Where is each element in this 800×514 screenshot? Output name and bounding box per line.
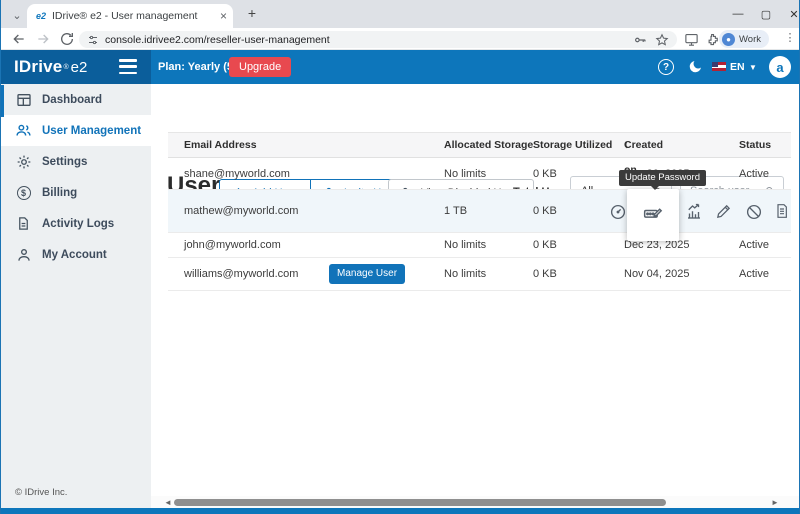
disable-user-icon[interactable]	[745, 203, 763, 221]
language-flag-icon[interactable]	[712, 62, 726, 71]
usage-stats-icon[interactable]	[685, 203, 703, 221]
user-email: mathew@myworld.com	[184, 190, 298, 233]
user-email: shane@myworld.com	[184, 158, 290, 190]
address-bar[interactable]: console.idrivee2.com/reseller-user-manag…	[79, 31, 677, 48]
window-close-button[interactable]: ✕	[779, 0, 800, 28]
browser-window: ⌄ e2 IDrive® e2 - User management × + — …	[0, 0, 800, 514]
sidebar-item-label: User Management	[42, 125, 141, 137]
favicon: e2	[36, 11, 46, 21]
dashboard-icon	[15, 91, 32, 108]
users-table: Email Address Allocated Storage Storage …	[168, 132, 791, 292]
sidebar-scrollbar-thumb[interactable]	[1, 85, 4, 117]
status-badge: Active	[739, 258, 769, 291]
profile-avatar-icon: ●	[722, 33, 735, 46]
hamburger-menu-icon[interactable]	[119, 59, 137, 74]
storage-utilized: 0 KB	[533, 258, 557, 291]
sort-descending-icon: ↓	[624, 133, 629, 158]
storage-utilized: 0 KB	[533, 233, 557, 258]
edit-pencil-icon[interactable]	[715, 203, 733, 221]
logo-reg: ®	[63, 64, 68, 71]
password-key-icon[interactable]	[633, 33, 647, 47]
browser-tab[interactable]: e2 IDrive® e2 - User management ×	[27, 4, 233, 28]
app-header: IDrive®e2 Plan: Yearly (50 TB) Upgrade ?…	[1, 50, 800, 84]
horizontal-scrollbar-thumb[interactable]	[174, 499, 666, 506]
copyright-text: © IDrive Inc.	[15, 487, 67, 498]
status-badge: Active	[739, 233, 769, 258]
sidebar-item-user-management[interactable]: User Management	[1, 115, 151, 146]
main-content: Users Add User Invite Users View Disable…	[151, 84, 800, 508]
sidebar-item-activity-logs[interactable]: Activity Logs	[1, 208, 151, 239]
sidebar-item-my-account[interactable]: My Account	[1, 239, 151, 270]
table-row[interactable]: williams@myworld.com Manage User No limi…	[168, 258, 791, 291]
app-logo[interactable]: IDrive®e2	[1, 50, 151, 84]
url-text: console.idrivee2.com/reseller-user-manag…	[105, 34, 625, 46]
column-status[interactable]: Status	[739, 133, 771, 158]
gear-icon	[15, 153, 32, 170]
new-tab-button[interactable]: +	[244, 6, 260, 22]
user-email: williams@myworld.com	[184, 258, 298, 291]
sidebar-item-dashboard[interactable]: Dashboard	[1, 84, 151, 115]
table-row[interactable]: john@myworld.com No limits 0 KB Dec 23, …	[168, 233, 791, 258]
column-email[interactable]: Email Address	[184, 133, 257, 158]
storage-meter-icon[interactable]	[609, 203, 627, 221]
maximize-button[interactable]: ▢	[751, 0, 781, 28]
tab-search-icon[interactable]: ⌄	[9, 7, 25, 23]
forward-icon	[35, 31, 51, 47]
language-caret-icon[interactable]: ▼	[749, 63, 757, 72]
allocated-storage: No limits	[444, 233, 486, 258]
billing-dollar-icon: $	[15, 184, 32, 201]
upgrade-button[interactable]: Upgrade	[229, 57, 291, 77]
tab-title: IDrive® e2 - User management	[52, 10, 216, 22]
column-allocated-storage[interactable]: Allocated Storage	[444, 133, 533, 158]
user-logs-icon[interactable]	[774, 203, 792, 221]
allocated-storage: No limits	[444, 158, 486, 190]
table-header-row: Email Address Allocated Storage Storage …	[168, 132, 791, 158]
scroll-right-icon[interactable]: ►	[771, 498, 779, 507]
sidebar-item-label: Dashboard	[42, 94, 102, 106]
sidebar-item-billing[interactable]: $ Billing	[1, 177, 151, 208]
storage-utilized: 0 KB	[533, 190, 557, 233]
user-email: john@myworld.com	[184, 233, 281, 258]
site-settings-icon[interactable]	[87, 34, 99, 46]
reload-icon[interactable]	[59, 31, 75, 47]
language-label[interactable]: EN	[730, 61, 745, 73]
sidebar-item-label: My Account	[42, 249, 107, 261]
document-icon	[15, 215, 32, 232]
sidebar-item-label: Activity Logs	[42, 218, 114, 230]
bookmark-star-icon[interactable]	[655, 33, 669, 47]
browser-profile-chip[interactable]: ● Work	[719, 30, 769, 48]
sidebar-item-label: Billing	[42, 187, 77, 199]
logo-suffix: e2	[71, 59, 88, 76]
profile-name: Work	[739, 34, 761, 45]
allocated-storage: No limits	[444, 258, 486, 291]
sidebar-item-label: Settings	[42, 156, 87, 168]
update-password-icon[interactable]	[643, 203, 661, 221]
dark-mode-moon-icon[interactable]	[687, 59, 703, 75]
users-icon	[15, 122, 32, 139]
account-avatar[interactable]: a	[769, 56, 791, 78]
minimize-button[interactable]: —	[723, 0, 753, 28]
status-badge: Active	[739, 158, 769, 190]
tab-close-icon[interactable]: ×	[220, 9, 227, 23]
screen-share-icon[interactable]	[684, 32, 699, 47]
browser-toolbar: console.idrivee2.com/reseller-user-manag…	[1, 28, 800, 50]
scroll-left-icon[interactable]: ◄	[164, 498, 172, 507]
manage-user-button[interactable]: Manage User	[329, 264, 405, 284]
update-password-tooltip: Update Password	[619, 170, 706, 186]
window-bottom-border	[1, 508, 800, 514]
column-storage-utilized[interactable]: Storage Utilized	[533, 133, 612, 158]
help-icon[interactable]: ?	[658, 59, 674, 75]
tab-strip: ⌄ e2 IDrive® e2 - User management × + — …	[1, 0, 800, 28]
person-icon	[15, 246, 32, 263]
back-icon[interactable]	[11, 31, 27, 47]
browser-menu-icon[interactable]: ⋮	[784, 31, 796, 47]
allocated-storage: 1 TB	[444, 190, 467, 233]
sidebar: Dashboard User Management Settings $ Bil…	[1, 84, 151, 508]
storage-utilized: 0 KB	[533, 158, 557, 190]
sidebar-item-settings[interactable]: Settings	[1, 146, 151, 177]
logo-text: IDrive	[14, 57, 62, 77]
created-on: Nov 04, 2025	[624, 258, 689, 291]
